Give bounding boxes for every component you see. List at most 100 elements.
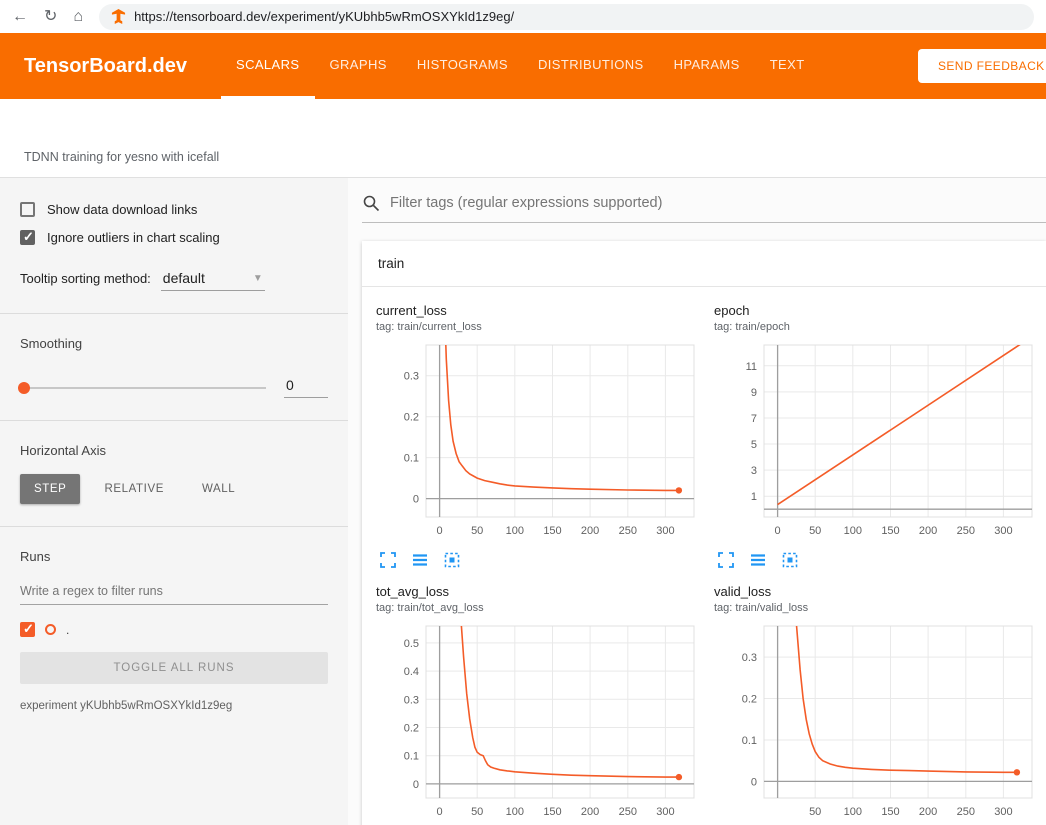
smoothing-value-input[interactable]: 0 bbox=[284, 377, 328, 398]
tab-distributions[interactable]: DISTRIBUTIONS bbox=[523, 33, 659, 99]
show-download-links-checkbox-row[interactable]: Show data download links bbox=[20, 202, 328, 217]
fit-domain-icon[interactable] bbox=[444, 552, 460, 568]
app-header: TensorBoard.dev SCALARS GRAPHS HISTOGRAM… bbox=[0, 33, 1046, 99]
show-download-links-checkbox[interactable] bbox=[20, 202, 35, 217]
tooltip-sorting-label: Tooltip sorting method: bbox=[20, 271, 151, 286]
svg-text:50: 50 bbox=[809, 525, 821, 537]
run-row[interactable]: . bbox=[20, 622, 328, 637]
tooltip-sorting-row: Tooltip sorting method: default ▼ bbox=[20, 270, 328, 291]
runs-table-icon[interactable] bbox=[750, 552, 766, 568]
expand-chart-icon[interactable] bbox=[380, 552, 396, 568]
svg-text:0.2: 0.2 bbox=[404, 723, 419, 735]
svg-text:0: 0 bbox=[437, 806, 443, 818]
svg-text:0.2: 0.2 bbox=[404, 412, 419, 424]
chart-epoch: epoch tag: train/epoch 05010015020025030… bbox=[714, 303, 1040, 568]
svg-text:0: 0 bbox=[437, 525, 443, 537]
run-name: . bbox=[66, 623, 69, 637]
chart-title: valid_loss bbox=[714, 584, 1040, 599]
smoothing-slider[interactable] bbox=[20, 387, 266, 389]
chart-title: epoch bbox=[714, 303, 1040, 318]
horizontal-axis-label: Horizontal Axis bbox=[20, 443, 328, 458]
toggle-all-runs-button[interactable]: TOGGLE ALL RUNS bbox=[20, 652, 328, 684]
svg-text:300: 300 bbox=[656, 806, 674, 818]
tab-hparams[interactable]: HPARAMS bbox=[659, 33, 755, 99]
svg-text:11: 11 bbox=[746, 361, 757, 373]
svg-text:0.5: 0.5 bbox=[404, 638, 419, 650]
back-icon[interactable]: ← bbox=[12, 9, 28, 25]
svg-text:150: 150 bbox=[881, 525, 899, 537]
svg-text:3: 3 bbox=[751, 465, 757, 477]
tooltip-sorting-value: default bbox=[163, 270, 205, 286]
ignore-outliers-label: Ignore outliers in chart scaling bbox=[47, 230, 220, 245]
svg-text:0.3: 0.3 bbox=[404, 694, 419, 706]
chart-title: current_loss bbox=[376, 303, 702, 318]
tab-graphs[interactable]: GRAPHS bbox=[315, 33, 402, 99]
chart-tag: tag: train/valid_loss bbox=[714, 602, 1040, 614]
main-area: train current_loss tag: train/current_lo… bbox=[348, 178, 1046, 825]
svg-text:50: 50 bbox=[809, 806, 821, 818]
svg-text:0.1: 0.1 bbox=[404, 751, 419, 763]
svg-text:0: 0 bbox=[413, 779, 419, 791]
svg-text:200: 200 bbox=[581, 525, 599, 537]
smoothing-row: 0 bbox=[20, 377, 328, 398]
svg-text:0.2: 0.2 bbox=[742, 694, 757, 706]
train-card: train current_loss tag: train/current_lo… bbox=[362, 241, 1046, 825]
svg-text:250: 250 bbox=[957, 525, 975, 537]
chart-plot[interactable]: 5010015020025030000.10.20.3 bbox=[714, 618, 1040, 825]
chart-plot[interactable]: 05010015020025030000.10.20.3 bbox=[376, 337, 702, 549]
chart-valid-loss: valid_loss tag: train/valid_loss 5010015… bbox=[714, 584, 1040, 825]
smoothing-slider-knob[interactable] bbox=[18, 382, 30, 394]
address-bar[interactable]: https://tensorboard.dev/experiment/yKUbh… bbox=[99, 4, 1034, 30]
svg-text:300: 300 bbox=[656, 525, 674, 537]
svg-text:0.3: 0.3 bbox=[404, 371, 419, 383]
expand-chart-icon[interactable] bbox=[718, 552, 734, 568]
tensorboard-favicon bbox=[111, 9, 126, 24]
chart-current-loss: current_loss tag: train/current_loss 050… bbox=[376, 303, 702, 568]
svg-text:300: 300 bbox=[994, 806, 1012, 818]
run-checkbox[interactable] bbox=[20, 622, 35, 637]
runs-table-icon[interactable] bbox=[412, 552, 428, 568]
tag-filter-input[interactable] bbox=[390, 195, 1044, 211]
browser-chrome: ← ↻ ⌂ https://tensorboard.dev/experiment… bbox=[0, 0, 1046, 33]
experiment-bar: TDNN training for yesno with icefall bbox=[0, 99, 1046, 177]
fit-domain-icon[interactable] bbox=[782, 552, 798, 568]
ignore-outliers-checkbox[interactable] bbox=[20, 230, 35, 245]
train-group-header[interactable]: train bbox=[362, 241, 1046, 287]
sidebar: Show data download links Ignore outliers… bbox=[0, 178, 348, 825]
svg-text:0.1: 0.1 bbox=[404, 453, 419, 465]
svg-text:300: 300 bbox=[994, 525, 1012, 537]
tab-scalars[interactable]: SCALARS bbox=[221, 33, 315, 99]
sidebar-divider bbox=[0, 313, 348, 314]
svg-text:1: 1 bbox=[751, 491, 757, 503]
svg-text:0: 0 bbox=[751, 776, 757, 788]
axis-step-button[interactable]: STEP bbox=[20, 474, 80, 504]
send-feedback-button[interactable]: SEND FEEDBACK bbox=[918, 49, 1046, 83]
axis-relative-button[interactable]: RELATIVE bbox=[90, 474, 178, 504]
svg-text:5: 5 bbox=[751, 439, 757, 451]
svg-text:200: 200 bbox=[919, 525, 937, 537]
experiment-title: TDNN training for yesno with icefall bbox=[24, 150, 219, 164]
home-icon[interactable]: ⌂ bbox=[73, 9, 83, 25]
runs-filter-input[interactable] bbox=[20, 578, 328, 605]
chevron-down-icon: ▼ bbox=[253, 273, 263, 284]
chart-title: tot_avg_loss bbox=[376, 584, 702, 599]
tab-histograms[interactable]: HISTOGRAMS bbox=[402, 33, 523, 99]
chart-plot[interactable]: 0501001502002503001357911 bbox=[714, 337, 1040, 549]
axis-wall-button[interactable]: WALL bbox=[188, 474, 249, 504]
svg-text:0: 0 bbox=[413, 494, 419, 506]
svg-text:0.4: 0.4 bbox=[404, 666, 419, 678]
svg-text:200: 200 bbox=[581, 806, 599, 818]
ignore-outliers-checkbox-row[interactable]: Ignore outliers in chart scaling bbox=[20, 230, 328, 245]
chart-plot[interactable]: 05010015020025030000.10.20.30.40.5 bbox=[376, 618, 702, 825]
sidebar-divider bbox=[0, 526, 348, 527]
chart-toolbar bbox=[380, 552, 702, 568]
chart-toolbar bbox=[718, 552, 1040, 568]
brand-title: TensorBoard.dev bbox=[24, 55, 187, 78]
tooltip-sorting-select[interactable]: default ▼ bbox=[161, 270, 265, 291]
svg-text:100: 100 bbox=[506, 806, 524, 818]
tab-text[interactable]: TEXT bbox=[755, 33, 820, 99]
svg-text:100: 100 bbox=[506, 525, 524, 537]
search-icon bbox=[362, 194, 380, 212]
refresh-icon[interactable]: ↻ bbox=[44, 9, 57, 25]
svg-text:250: 250 bbox=[619, 525, 637, 537]
